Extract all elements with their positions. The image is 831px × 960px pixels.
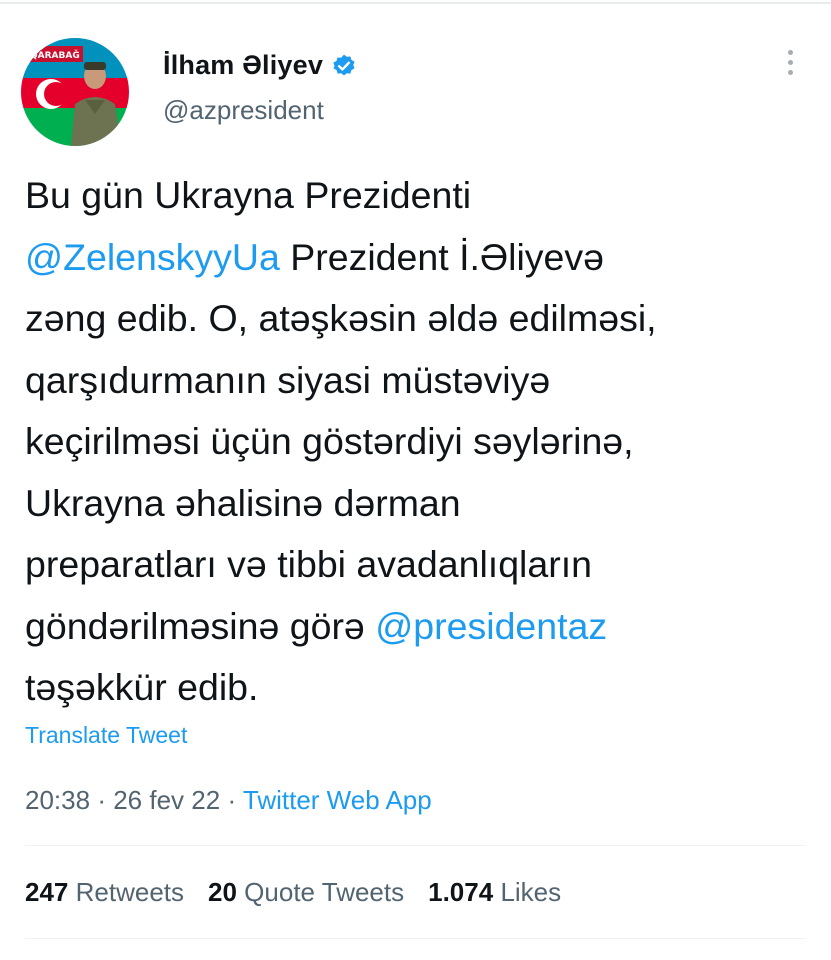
tweet-source-link[interactable]: Twitter Web App — [243, 785, 432, 815]
retweets-label: Retweets — [75, 877, 185, 907]
quote-tweets-stat[interactable]: 20 Quote Tweets — [208, 877, 404, 908]
likes-label: Likes — [500, 877, 562, 907]
avatar[interactable]: QARABAĞ — [21, 38, 129, 146]
tweet-text: Bu gün Ukrayna Prezidenti @ZelenskyyUa P… — [25, 165, 815, 719]
avatar-banner-text: QARABAĞ — [30, 49, 80, 61]
top-divider — [0, 2, 831, 4]
avatar-image: QARABAĞ — [21, 38, 129, 146]
meta-separator: · — [97, 785, 106, 815]
tweet-time[interactable]: 20:38 — [25, 785, 90, 815]
quote-tweets-count: 20 — [208, 877, 237, 907]
meta-separator: · — [227, 785, 237, 815]
mention-link-presidentaz[interactable]: @presidentaz — [375, 605, 607, 647]
quote-tweets-label: Quote Tweets — [244, 877, 405, 907]
divider — [25, 845, 806, 846]
likes-count: 1.074 — [428, 877, 494, 907]
likes-stat[interactable]: 1.074 Likes — [428, 877, 561, 908]
tweet-text-segment: Bu gün Ukrayna Prezidenti — [25, 174, 472, 216]
retweets-count: 247 — [25, 877, 69, 907]
handle[interactable]: @azpresident — [163, 95, 324, 126]
translate-tweet-link[interactable]: Translate Tweet — [25, 722, 187, 749]
retweets-stat[interactable]: 247 Retweets — [25, 877, 184, 908]
engagement-stats: 247 Retweets 20 Quote Tweets 1.074 Likes — [25, 877, 561, 908]
more-options-icon[interactable] — [782, 50, 798, 80]
divider — [25, 938, 806, 939]
tweet-metadata: 20:38 · 26 fev 22 · Twitter Web App — [25, 785, 432, 816]
mention-link-zelenskyyua[interactable]: @ZelenskyyUa — [25, 236, 280, 278]
verified-badge-icon — [331, 53, 357, 79]
tweet-text-segment: Prezident İ.Əliyevə zəng edib. O, atəşkə… — [25, 235, 657, 647]
tweet-date[interactable]: 26 fev 22 — [113, 785, 220, 815]
tweet-text-segment: təşəkkür edib. — [25, 666, 259, 708]
display-name[interactable]: İlham Əliyev — [163, 50, 323, 81]
